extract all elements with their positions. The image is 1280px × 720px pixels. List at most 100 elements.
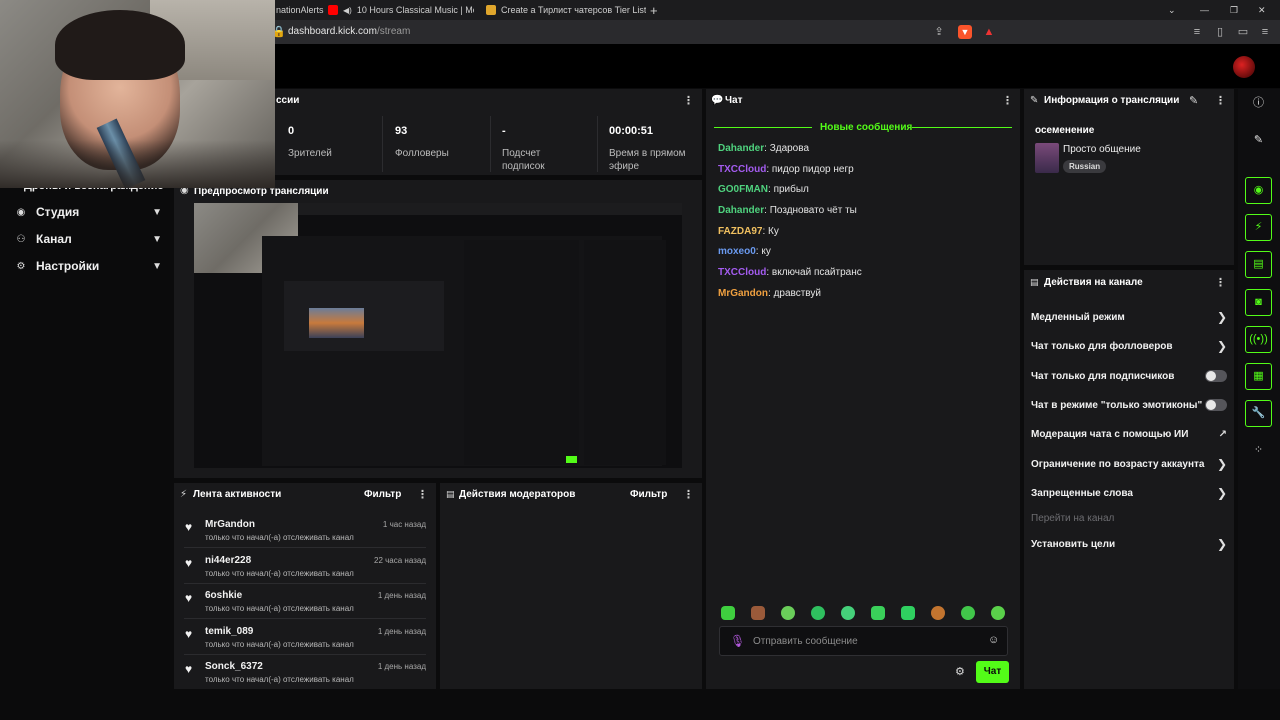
chat-username[interactable]: GO0FMAN	[718, 184, 768, 195]
chat-send-button[interactable]: Чат	[976, 661, 1009, 683]
chat-message: MrGandon: дравствуй	[718, 288, 821, 299]
preview-nested-image	[309, 308, 364, 338]
gear-icon: ⚙	[16, 260, 26, 272]
url-field[interactable]: dashboard.kick.com/stream	[288, 26, 410, 37]
sidebar-item-settings[interactable]: ⚙ Настройки ▼	[14, 257, 162, 275]
activity-name[interactable]: MrGandon	[205, 519, 255, 530]
followers-only-item[interactable]: Чат только для фолловеров ❯	[1031, 338, 1227, 354]
more-options-icon[interactable]: ⋮	[1215, 276, 1226, 289]
follow-heart-icon: ♥	[185, 520, 193, 534]
browser-tab-2[interactable]: ◀) 10 Hours Classical Music | Mozart ✕	[328, 0, 474, 20]
mod-filter-button[interactable]: Фильтр	[630, 489, 667, 500]
browser-tab-1[interactable]: nationAlerts	[276, 0, 330, 20]
more-options-icon[interactable]: ⋮	[683, 94, 694, 107]
emote-icon[interactable]	[871, 606, 885, 620]
live-time-value: 00:00:51	[609, 125, 654, 137]
emote-only-toggle[interactable]	[1205, 399, 1227, 411]
notes-icon[interactable]: ▤	[1245, 251, 1272, 278]
broadcast-icon[interactable]: ((•))	[1245, 326, 1272, 353]
ai-moderation-item[interactable]: Модерация чата с помощью ИИ ↗	[1031, 426, 1227, 442]
activity-desc: только что начал(-а) отслеживать канал	[205, 640, 354, 649]
emote-icon[interactable]	[721, 606, 735, 620]
category-name[interactable]: Просто общение	[1063, 144, 1141, 155]
subscribers-only-toggle[interactable]	[1205, 370, 1227, 382]
info-icon[interactable]: ⓘ	[1245, 91, 1272, 118]
menu-icon[interactable]: ≡	[1258, 25, 1272, 39]
user-avatar[interactable]	[1233, 56, 1255, 78]
emote-icon[interactable]	[811, 606, 825, 620]
webcam-shadow	[0, 140, 275, 188]
more-options-icon[interactable]: ⋮	[1002, 94, 1013, 107]
follow-heart-icon: ♥	[185, 662, 193, 676]
playlist-icon[interactable]: ≡	[1190, 25, 1204, 39]
emote-icon[interactable]	[961, 606, 975, 620]
channel-actions-panel	[1024, 270, 1234, 689]
emote-icon[interactable]	[841, 606, 855, 620]
layout-icon[interactable]: ▦	[1245, 363, 1272, 390]
slow-mode-item[interactable]: Медленный режим ❯	[1031, 309, 1227, 325]
browser-tab-3[interactable]: Create a Тирлист чатерсов Tier List - ✕	[486, 0, 646, 20]
banned-words-item[interactable]: Запрещенные слова ❯	[1031, 485, 1227, 501]
new-tab-button[interactable]: +	[650, 0, 658, 20]
restore-icon[interactable]: ❐	[1230, 0, 1238, 20]
activity-time: 22 часа назад	[374, 556, 426, 565]
tab-list-icon[interactable]: ⌄	[1168, 0, 1176, 20]
account-age-item[interactable]: Ограничение по возрасту аккаунта ❯	[1031, 456, 1227, 472]
activity-name[interactable]: Sonck_6372	[205, 661, 263, 672]
emote-icon[interactable]	[901, 606, 915, 620]
new-messages-line	[912, 127, 1012, 128]
activity-time: 1 день назад	[377, 627, 426, 636]
more-options-icon[interactable]: ⋮	[1215, 94, 1226, 107]
chat-toggle-icon[interactable]: ◙	[1245, 289, 1272, 316]
chat-username[interactable]: Dahander	[718, 143, 764, 154]
chat-username[interactable]: TXCCloud	[718, 164, 766, 175]
wrench-icon[interactable]: 🔧	[1245, 400, 1272, 427]
edit-icon[interactable]: ✎	[1245, 128, 1272, 155]
preview-nested	[284, 281, 444, 351]
more-options-icon[interactable]: ⋮	[417, 488, 428, 501]
stream-info-panel	[1024, 89, 1234, 265]
quick-actions-icon[interactable]: ⚡	[1245, 214, 1272, 241]
chat-input[interactable]: 🎙 Отправить сообщение ☺	[719, 626, 1008, 656]
activity-name[interactable]: 6oshkie	[205, 590, 242, 601]
chat-username[interactable]: MrGandon	[718, 288, 768, 299]
stream-preview[interactable]	[194, 203, 682, 468]
minimize-icon[interactable]: —	[1200, 0, 1209, 20]
chat-panel	[706, 89, 1020, 689]
more-options-icon[interactable]: ⋮	[683, 488, 694, 501]
emote-icon[interactable]	[751, 606, 765, 620]
wallet-icon[interactable]: ▭	[1236, 25, 1250, 39]
emoji-icon[interactable]: ☺	[988, 634, 999, 646]
activity-name[interactable]: temik_089	[205, 626, 253, 637]
microphone-icon[interactable]: 🎙	[730, 634, 745, 648]
emote-icon[interactable]	[781, 606, 795, 620]
edit-icon[interactable]: ✎	[1189, 94, 1198, 107]
share-icon[interactable]: ⇪	[932, 25, 946, 39]
preview-toggle-icon[interactable]: ◉	[1245, 177, 1272, 204]
webcam-overlay	[0, 0, 275, 188]
go-to-channel-item[interactable]: Перейти на канал	[1031, 510, 1227, 526]
apps-icon[interactable]: ⁘	[1245, 438, 1272, 465]
preview-chat	[464, 240, 579, 465]
brave-shield-icon[interactable]: ▼	[958, 25, 972, 39]
chat-settings-gear-icon[interactable]: ⚙	[955, 665, 965, 678]
sidebar-item-channel[interactable]: ⚇ Канал ▼	[14, 230, 162, 248]
sidebar-toggle-icon[interactable]: ▯	[1213, 25, 1227, 39]
activity-filter-button[interactable]: Фильтр	[364, 489, 401, 500]
emote-icon[interactable]	[991, 606, 1005, 620]
follow-heart-icon: ♥	[185, 627, 193, 641]
chat-username[interactable]: Dahander	[718, 205, 764, 216]
activity-name[interactable]: ni44er228	[205, 555, 251, 566]
stream-title-value: осеменение	[1035, 125, 1095, 136]
chat-message: Dahander: Здарова	[718, 143, 810, 154]
set-goals-item[interactable]: Установить цели ❯	[1031, 536, 1227, 552]
brave-rewards-icon[interactable]: ▲	[982, 25, 996, 39]
chat-username[interactable]: TXCCloud	[718, 267, 766, 278]
activity-panel	[174, 483, 436, 689]
emote-icon[interactable]	[931, 606, 945, 620]
chat-username[interactable]: moxeo0	[718, 246, 756, 257]
chat-username[interactable]: FAZDA97	[718, 226, 762, 237]
activity-time: 1 день назад	[377, 591, 426, 600]
sidebar-item-studio[interactable]: ◉ Студия ▼	[14, 203, 162, 221]
window-close-icon[interactable]: ✕	[1258, 0, 1266, 20]
